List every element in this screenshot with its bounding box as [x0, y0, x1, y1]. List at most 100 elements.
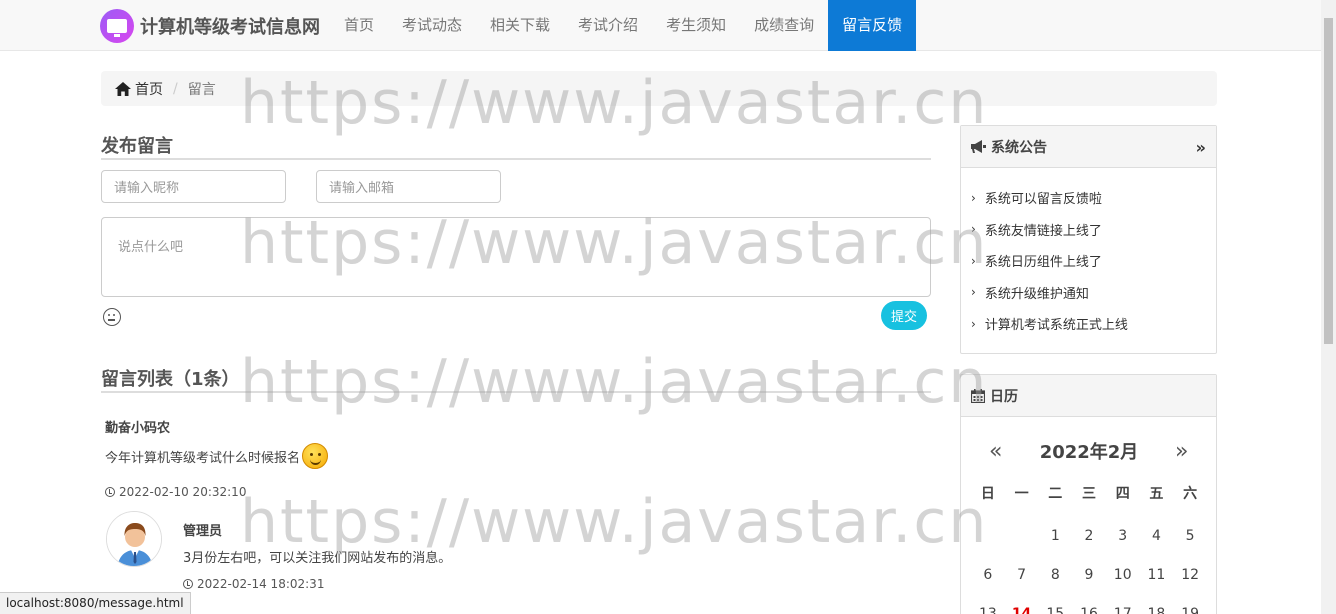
- watermark: https://www.javastar.cn: [240, 347, 989, 417]
- calendar-day[interactable]: 11: [1140, 556, 1174, 595]
- nav-menu: 首页 考试动态 相关下载 考试介绍 考生须知 成绩查询 留言反馈: [330, 0, 917, 51]
- calendar-day[interactable]: 6: [971, 556, 1005, 595]
- brand[interactable]: 计算机等级考试信息网: [100, 9, 320, 43]
- monitor-logo-icon: [100, 9, 134, 43]
- link-status-bar: localhost:8080/message.html: [0, 592, 191, 614]
- message-text: 今年计算机等级考试什么时候报名: [105, 450, 301, 466]
- nav-item-score-query[interactable]: 成绩查询: [740, 0, 828, 51]
- nav-item-downloads[interactable]: 相关下载: [476, 0, 564, 51]
- calendar-icon: [971, 388, 985, 403]
- admin-avatar-icon: [107, 512, 161, 566]
- notice-item[interactable]: › 系统可以留言反馈啦: [961, 182, 1216, 214]
- top-navbar: 计算机等级考试信息网 首页 考试动态 相关下载 考试介绍 考生须知 成绩查询 留…: [0, 0, 1336, 51]
- notice-item-label: 系统可以留言反馈啦: [984, 192, 1102, 208]
- nav-item-exam-intro[interactable]: 考试介绍: [564, 0, 652, 51]
- notices-panel-header: 系统公告 »: [961, 126, 1216, 168]
- notice-item[interactable]: › 系统升级维护通知: [961, 277, 1216, 309]
- nickname-placeholder: 请输入昵称: [114, 181, 180, 196]
- notice-item[interactable]: › 计算机考试系统正式上线: [961, 308, 1216, 340]
- calendar-day[interactable]: 3: [1106, 517, 1140, 556]
- breadcrumb-current: 留言: [187, 81, 216, 98]
- breadcrumb: 首页 / 留言: [101, 71, 1217, 106]
- calendar-day[interactable]: 15: [1038, 595, 1072, 614]
- calendar-next-button[interactable]: »: [1175, 439, 1188, 464]
- calendar-panel: 日历 « 2022年2月 » 日 一 二 三 四 五 六 1 2 3 4 5 6…: [960, 374, 1217, 614]
- nav-item-feedback[interactable]: 留言反馈: [828, 0, 917, 51]
- weekday-header: 五: [1149, 486, 1164, 502]
- notice-item[interactable]: › 系统友情链接上线了: [961, 214, 1216, 246]
- chevron-right-icon: ›: [971, 222, 976, 237]
- calendar-day: [971, 517, 1005, 556]
- reply-time-text: 2022-02-14 18:02:31: [197, 577, 325, 591]
- weekday-header: 二: [1048, 486, 1063, 502]
- smile-emoji-icon: [302, 443, 329, 469]
- reply-content: 3月份左右吧，可以关注我们网站发布的消息。: [183, 551, 452, 566]
- notice-item-label: 系统日历组件上线了: [984, 255, 1102, 271]
- calendar-day[interactable]: 10: [1106, 556, 1140, 595]
- email-input[interactable]: 请输入邮箱: [316, 170, 501, 203]
- calendar-day[interactable]: 19: [1173, 595, 1207, 614]
- more-chevron-icon[interactable]: »: [1196, 138, 1206, 157]
- post-message-title: 发布留言: [101, 136, 173, 157]
- weekday-header: 日: [980, 486, 995, 502]
- calendar-day[interactable]: 18: [1140, 595, 1174, 614]
- breadcrumb-home-link[interactable]: 首页: [135, 79, 163, 99]
- submit-button[interactable]: 提交: [881, 301, 927, 330]
- clock-icon: [183, 579, 193, 589]
- notices-panel: 系统公告 » › 系统可以留言反馈啦 › 系统友情链接上线了 › 系统日历组件上线了 …: [960, 125, 1217, 354]
- calendar-day[interactable]: 4: [1140, 517, 1174, 556]
- email-placeholder: 请输入邮箱: [329, 181, 395, 196]
- calendar-panel-header: 日历: [961, 375, 1216, 417]
- clock-icon: [105, 487, 115, 497]
- weekday-header: 三: [1081, 486, 1096, 502]
- calendar-day[interactable]: 9: [1072, 556, 1106, 595]
- emoji-picker-icon[interactable]: [103, 308, 121, 326]
- nickname-input[interactable]: 请输入昵称: [101, 170, 286, 203]
- calendar-day-today[interactable]: 14: [1005, 595, 1039, 614]
- chevron-right-icon: ›: [971, 253, 976, 268]
- reply-author: 管理员: [183, 524, 223, 539]
- notices-panel-title: 系统公告: [991, 139, 1047, 156]
- admin-avatar: [106, 511, 162, 567]
- message-textarea[interactable]: 说点什么吧: [101, 217, 931, 297]
- calendar-day[interactable]: 2: [1072, 517, 1106, 556]
- vertical-scrollbar[interactable]: [1321, 0, 1336, 614]
- nav-item-candidate-notes[interactable]: 考生须知: [652, 0, 740, 51]
- scrollbar-thumb[interactable]: [1324, 18, 1333, 344]
- breadcrumb-separator: /: [173, 80, 178, 97]
- weekday-header: 六: [1183, 486, 1198, 502]
- nav-item-exam-news[interactable]: 考试动态: [388, 0, 476, 51]
- calendar-grid: 日 一 二 三 四 五 六 1 2 3 4 5 6 7 8 9 10 11 12…: [971, 479, 1207, 614]
- bullhorn-icon: [971, 140, 986, 153]
- calendar-panel-title: 日历: [990, 388, 1018, 405]
- notice-item-label: 计算机考试系统正式上线: [984, 318, 1128, 334]
- calendar-day[interactable]: 7: [1005, 556, 1039, 595]
- reply-time: 2022-02-14 18:02:31: [183, 577, 324, 591]
- calendar-day[interactable]: 16: [1072, 595, 1106, 614]
- post-message-divider: [101, 158, 931, 160]
- brand-title: 计算机等级考试信息网: [140, 17, 320, 38]
- message-author: 勤奋小码农: [105, 421, 171, 436]
- message-time-text: 2022-02-10 20:32:10: [119, 485, 247, 499]
- message-list-divider: [101, 391, 931, 393]
- message-placeholder: 说点什么吧: [118, 240, 184, 255]
- chevron-right-icon: ›: [971, 316, 976, 331]
- message-time: 2022-02-10 20:32:10: [105, 485, 246, 499]
- nav-item-home[interactable]: 首页: [330, 0, 388, 51]
- weekday-header: 四: [1115, 486, 1130, 502]
- calendar-day[interactable]: 1: [1038, 517, 1072, 556]
- calendar-day[interactable]: 5: [1173, 517, 1207, 556]
- calendar-day[interactable]: 12: [1173, 556, 1207, 595]
- notice-list: › 系统可以留言反馈啦 › 系统友情链接上线了 › 系统日历组件上线了 › 系统升级维护…: [961, 168, 1216, 340]
- chevron-right-icon: ›: [971, 190, 976, 205]
- weekday-header: 一: [1014, 486, 1029, 502]
- chevron-right-icon: ›: [971, 285, 976, 300]
- notice-item[interactable]: › 系统日历组件上线了: [961, 245, 1216, 277]
- calendar-day: [1005, 517, 1039, 556]
- calendar-day[interactable]: 8: [1038, 556, 1072, 595]
- notice-item-label: 系统升级维护通知: [984, 286, 1089, 302]
- notice-item-label: 系统友情链接上线了: [984, 223, 1102, 239]
- home-icon: [115, 81, 131, 96]
- calendar-day[interactable]: 13: [971, 595, 1005, 614]
- calendar-day[interactable]: 17: [1106, 595, 1140, 614]
